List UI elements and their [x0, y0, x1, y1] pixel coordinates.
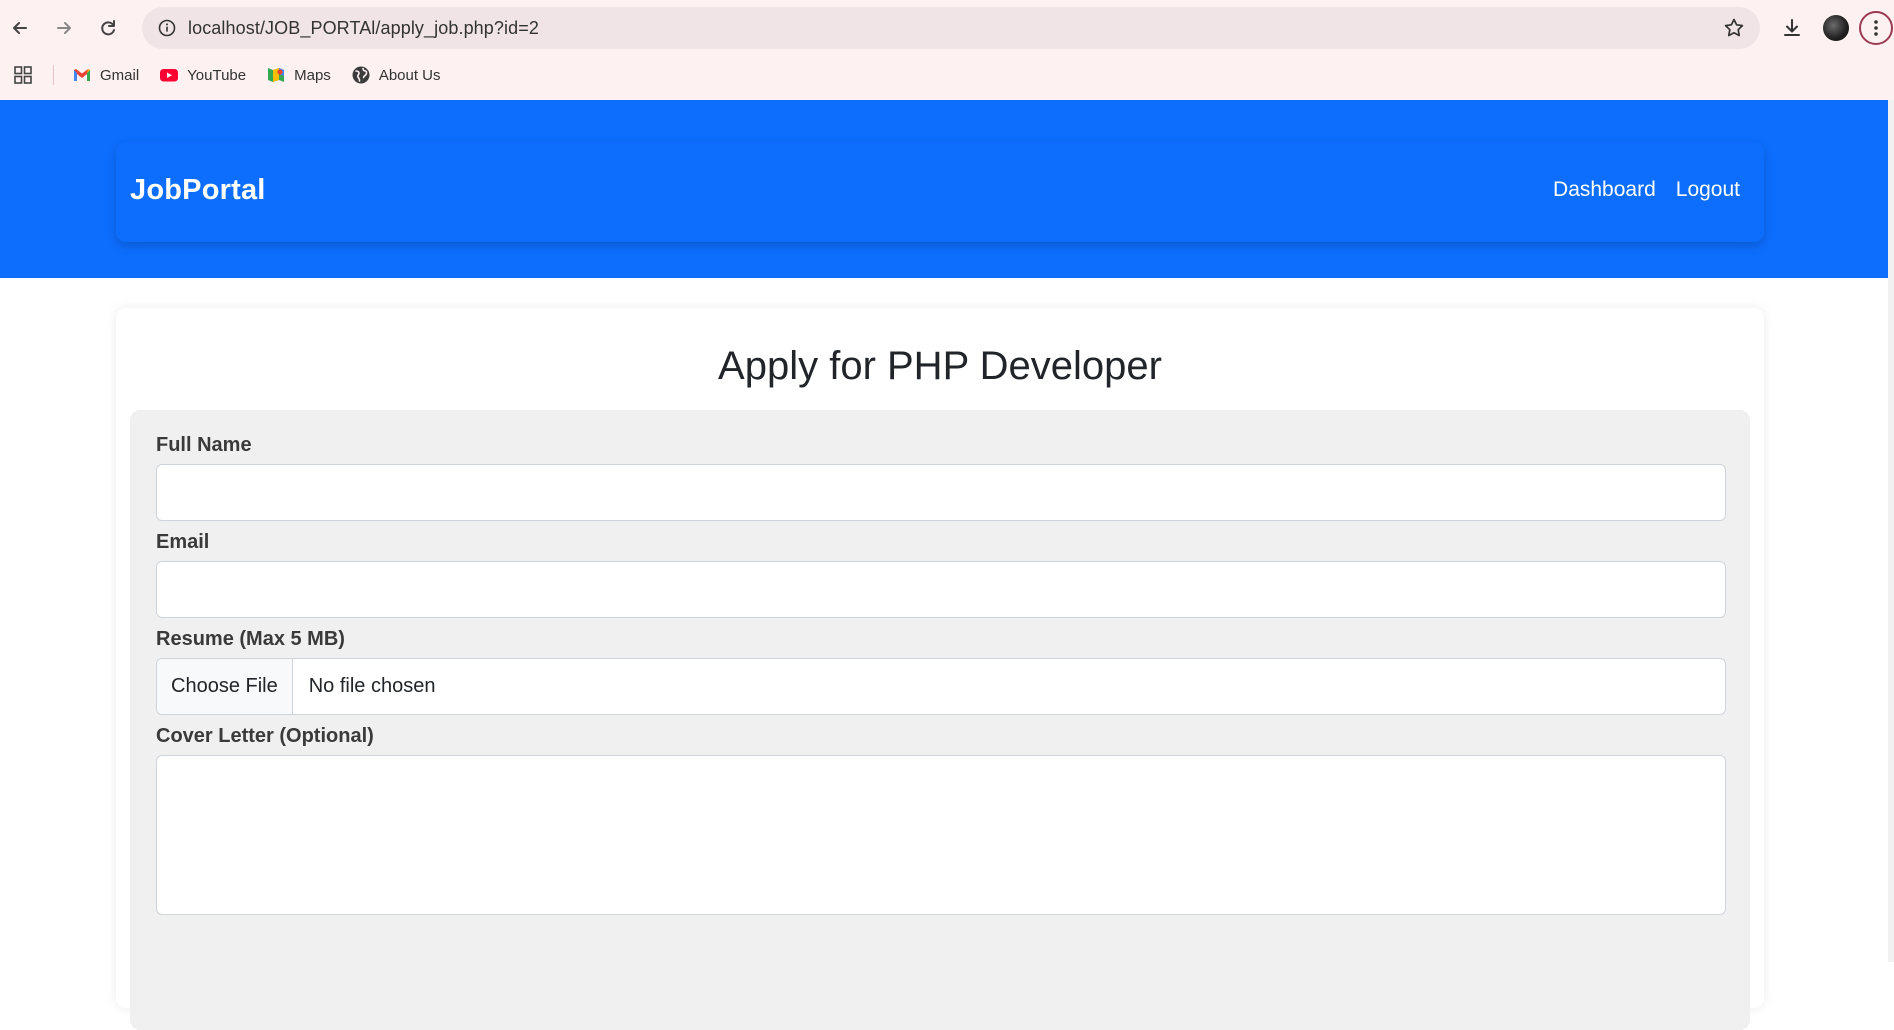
resume-file-input[interactable]: Choose File No file chosen	[156, 658, 1726, 715]
page-title: Apply for PHP Developer	[718, 344, 1162, 388]
cover-letter-textarea[interactable]	[156, 755, 1726, 915]
nav-links: Dashboard Logout	[1553, 178, 1740, 202]
forward-arrow-icon	[57, 22, 71, 34]
choose-file-button[interactable]: Choose File	[157, 659, 293, 714]
nav-link-logout[interactable]: Logout	[1676, 178, 1740, 202]
bookmarks-divider	[53, 65, 54, 85]
apply-card: Apply for PHP Developer Full Name Email …	[116, 308, 1764, 1030]
more-vert-icon	[1859, 11, 1893, 45]
download-icon	[1784, 19, 1800, 36]
bookmark-label: YouTube	[187, 66, 247, 84]
back-arrow-icon	[13, 22, 27, 34]
navbar: JobPortal Dashboard Logout	[116, 142, 1764, 242]
brand-logo[interactable]: JobPortal	[130, 174, 266, 207]
full-name-label: Full Name	[156, 434, 252, 456]
bookmark-gmail[interactable]: Gmail	[72, 65, 139, 85]
browser-chrome: localhost/JOB_PORTAl/apply_job.php?id=2 …	[0, 0, 1894, 100]
page-content: JobPortal Dashboard Logout Apply for PHP…	[0, 100, 1888, 1030]
reload-icon	[101, 20, 115, 36]
forward-button[interactable]	[46, 10, 82, 46]
email-input[interactable]	[156, 561, 1726, 618]
bookmark-star-icon[interactable]	[1722, 16, 1746, 40]
bookmark-label: Maps	[294, 66, 331, 84]
apps-grid-icon[interactable]	[10, 62, 36, 88]
back-button[interactable]	[2, 10, 38, 46]
bookmark-label: Gmail	[100, 66, 140, 84]
globe-icon	[352, 66, 370, 84]
browser-menu-button[interactable]	[1858, 10, 1894, 46]
maps-icon	[268, 68, 285, 82]
page-scrollbar[interactable]	[1888, 100, 1894, 962]
bookmark-youtube[interactable]: YouTube	[159, 65, 246, 85]
bookmark-label: About Us	[378, 66, 441, 84]
header-band: JobPortal Dashboard Logout	[0, 100, 1888, 278]
email-label: Email	[156, 531, 210, 553]
youtube-icon	[160, 69, 179, 82]
cover-letter-label: Cover Letter (Optional)	[156, 725, 374, 747]
reload-button[interactable]	[90, 10, 126, 46]
download-button[interactable]	[1774, 10, 1810, 46]
bookmark-about-us[interactable]: About Us	[351, 65, 441, 85]
bookmarks-bar: Gmail YouTube Maps About Us	[0, 58, 1894, 92]
application-form: Full Name Email Resume (Max 5 MB) Choose…	[130, 410, 1750, 1030]
profile-button[interactable]	[1818, 10, 1854, 46]
url-text[interactable]: localhost/JOB_PORTAl/apply_job.php?id=2	[188, 18, 539, 39]
gmail-icon	[74, 69, 90, 81]
avatar	[1823, 15, 1849, 41]
bookmark-maps[interactable]: Maps	[266, 65, 331, 85]
resume-label: Resume (Max 5 MB)	[156, 628, 345, 650]
site-info-icon[interactable]	[146, 7, 188, 49]
nav-link-dashboard[interactable]: Dashboard	[1553, 178, 1656, 202]
address-bar[interactable]: localhost/JOB_PORTAl/apply_job.php?id=2	[142, 7, 1760, 49]
full-name-input[interactable]	[156, 464, 1726, 521]
file-status-text: No file chosen	[308, 675, 436, 697]
